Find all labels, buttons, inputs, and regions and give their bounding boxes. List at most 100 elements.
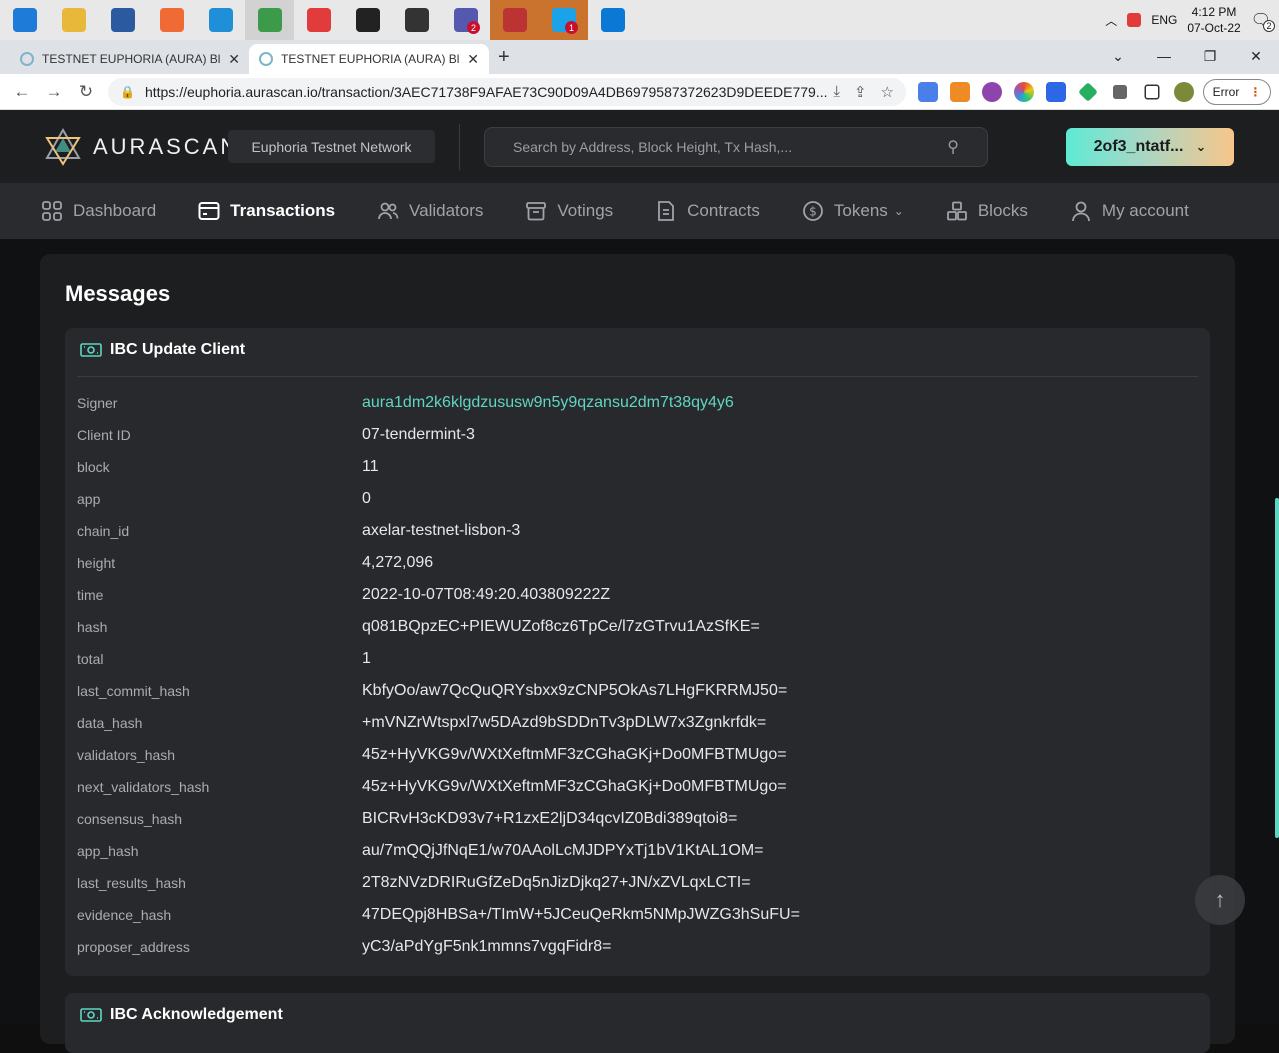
git-icon [404,8,429,32]
back-button[interactable]: ← [6,82,38,102]
scroll-to-top-button[interactable]: ↑ [1195,875,1245,925]
profile-error-button[interactable]: Error ⋮ [1203,79,1271,105]
taskbar-app[interactable]: 1 [539,0,588,40]
wallet-account-button[interactable]: 2of3_ntatf... ⌄ [1066,128,1234,166]
browser-tab-bar: TESTNET EUPHORIA (AURA) Bloc ✕ TESTNET E… [0,40,1279,74]
nav-label: Transactions [230,201,336,220]
taskbar-app[interactable] [245,0,294,40]
restore-button[interactable]: ❐ [1187,44,1233,68]
nav-contracts[interactable]: Contracts [655,200,760,222]
share-icon[interactable]: ⇪ [854,83,867,101]
kebab-menu-icon: ⋮ [1249,85,1262,99]
taskbar-app[interactable] [588,0,637,40]
palette-extension-icon[interactable] [1014,82,1034,102]
nav-my-account[interactable]: My account [1070,200,1189,222]
keplr-extension-icon[interactable] [1046,82,1066,102]
install-icon[interactable]: ⤓ [833,83,840,101]
metamask-extension-icon[interactable] [950,82,970,102]
arrow-up-icon: ↑ [1214,887,1226,912]
detail-value: 2T8zNVzDRIRuGfZeDq5nJizDjkq27+JN/xZVLqxL… [362,874,751,891]
paw-tray-icon[interactable] [1127,13,1142,27]
taskbar-app[interactable] [0,0,49,40]
nav-label: Contracts [687,201,760,220]
leap-extension-icon[interactable] [1078,82,1098,102]
taskbar-app[interactable] [49,0,98,40]
chevron-down-icon: ⌄ [1195,139,1207,154]
browser-tab-2[interactable]: TESTNET EUPHORIA (AURA) Bloc ✕ [249,44,489,74]
search-icon[interactable]: ⚲ [947,137,959,157]
browser-tab-1[interactable]: TESTNET EUPHORIA (AURA) Bloc ✕ [10,44,250,74]
translate-extension-icon[interactable] [918,82,938,102]
sidepanel-icon[interactable] [1144,84,1160,100]
nav-dashboard[interactable]: Dashboard [41,200,156,222]
address-bar[interactable]: 🔒 https://euphoria.aurascan.io/transacti… [108,78,906,106]
nav-label: Votings [557,201,614,220]
detail-key: Client ID [77,427,131,443]
detail-key: validators_hash [77,747,176,763]
search-input[interactable] [513,139,948,155]
detail-row: block 11 [77,451,1198,483]
puzzle-extensions-icon[interactable] [1113,85,1127,99]
detail-value: q081BQpzEC+PIEWUZof8cz6TpCe/l7zGTrvu1AzS… [362,618,760,635]
taskbar-app[interactable] [98,0,147,40]
contracts-icon [658,201,675,221]
forward-button[interactable]: → [38,82,70,102]
close-window-button[interactable]: ✕ [1233,44,1279,68]
page-scrollbar[interactable] [1275,498,1279,838]
detail-value: KbfyOo/aw7QcQuQRYsbxx9zCNP5OkAs7LHgFKRRM… [362,682,788,699]
detail-value: axelar-testnet-lisbon-3 [362,522,521,539]
bookmark-star-icon[interactable]: ☆ [881,83,894,101]
close-tab-icon[interactable]: ✕ [228,51,240,68]
detail-row: next_validators_hash 45z+HyVKG9v/WXtXeftm… [77,771,1198,803]
detail-value: +mVNZrWtspxl7w5DAzd9bSDDnTv3pDLW7x3Zgnkr… [362,714,767,731]
signer-address-link[interactable]: aura1dm2k6klgdzususw9n5y9qzansu2dm7t38qy… [362,394,734,412]
profile-avatar[interactable] [1174,82,1194,102]
sql-tool-icon [110,8,135,32]
close-tab-icon[interactable]: ✕ [467,51,479,68]
paint-icon [502,8,527,32]
detail-key: app [77,491,101,507]
detail-value: au/7mQQjJfNqE1/w70AAolLcMJDPYxTj1bV1KtAL… [362,842,764,859]
detail-row: data_hash +mVNZrWtspxl7w5DAzd9bSDDnTv3pDL… [77,707,1198,739]
detail-key: block [77,459,110,475]
header-divider [459,124,460,170]
nav-blocks[interactable]: Blocks [946,200,1028,222]
windows-taskbar: 21 ︿ ENG 4:12 PM 07-Oct-22 🗨 2 [0,0,1279,40]
tab-search-icon[interactable]: ⌄ [1095,44,1141,68]
minimize-button[interactable]: — [1141,44,1187,68]
blocks-icon [946,201,967,221]
reload-button[interactable]: ↻ [70,82,102,102]
taskbar-app[interactable] [343,0,392,40]
app-badge: 2 [467,21,480,34]
taskbar-app[interactable]: 2 [441,0,490,40]
taskbar-app[interactable] [196,0,245,40]
nav-votings[interactable]: Votings [525,200,613,222]
money-icon [80,1008,102,1022]
detail-key: data_hash [77,715,143,731]
search-box: ⚲ [484,127,988,167]
detail-row: chain_id axelar-testnet-lisbon-3 [77,515,1198,547]
taskbar-app[interactable] [294,0,343,40]
taskbar-app[interactable] [392,0,441,40]
taskbar-apps: 21 [0,0,637,40]
logo-text: AURASCAN [93,134,240,159]
new-tab-button[interactable]: + [498,46,510,69]
nav-label: Blocks [977,201,1028,220]
logo[interactable]: AURASCAN [45,128,239,166]
detail-value: 4,272,096 [362,554,434,571]
nav-validators[interactable]: Validators [377,200,483,222]
notification-icon[interactable]: 🗨 2 [1251,10,1275,32]
notification-count: 2 [1263,20,1275,32]
nav-label: My account [1101,201,1189,220]
detail-value: 45z+HyVKG9v/WXtXeftmMF3zCGhaGKj+Do0MFBTM… [362,746,787,763]
nav-transactions[interactable]: Transactions [198,200,335,222]
lock-icon[interactable]: 🔒 [120,85,135,99]
clock[interactable]: 4:12 PM 07-Oct-22 [1187,4,1240,36]
validators-icon [378,202,399,220]
color-extension-icon[interactable] [982,82,1002,102]
chevron-up-icon[interactable]: ︿ [1105,12,1117,29]
language-indicator[interactable]: ENG [1151,13,1177,27]
taskbar-app[interactable] [147,0,196,40]
taskbar-app[interactable] [490,0,539,40]
nav-tokens[interactable]: $ Tokens ⌄ [802,200,904,222]
